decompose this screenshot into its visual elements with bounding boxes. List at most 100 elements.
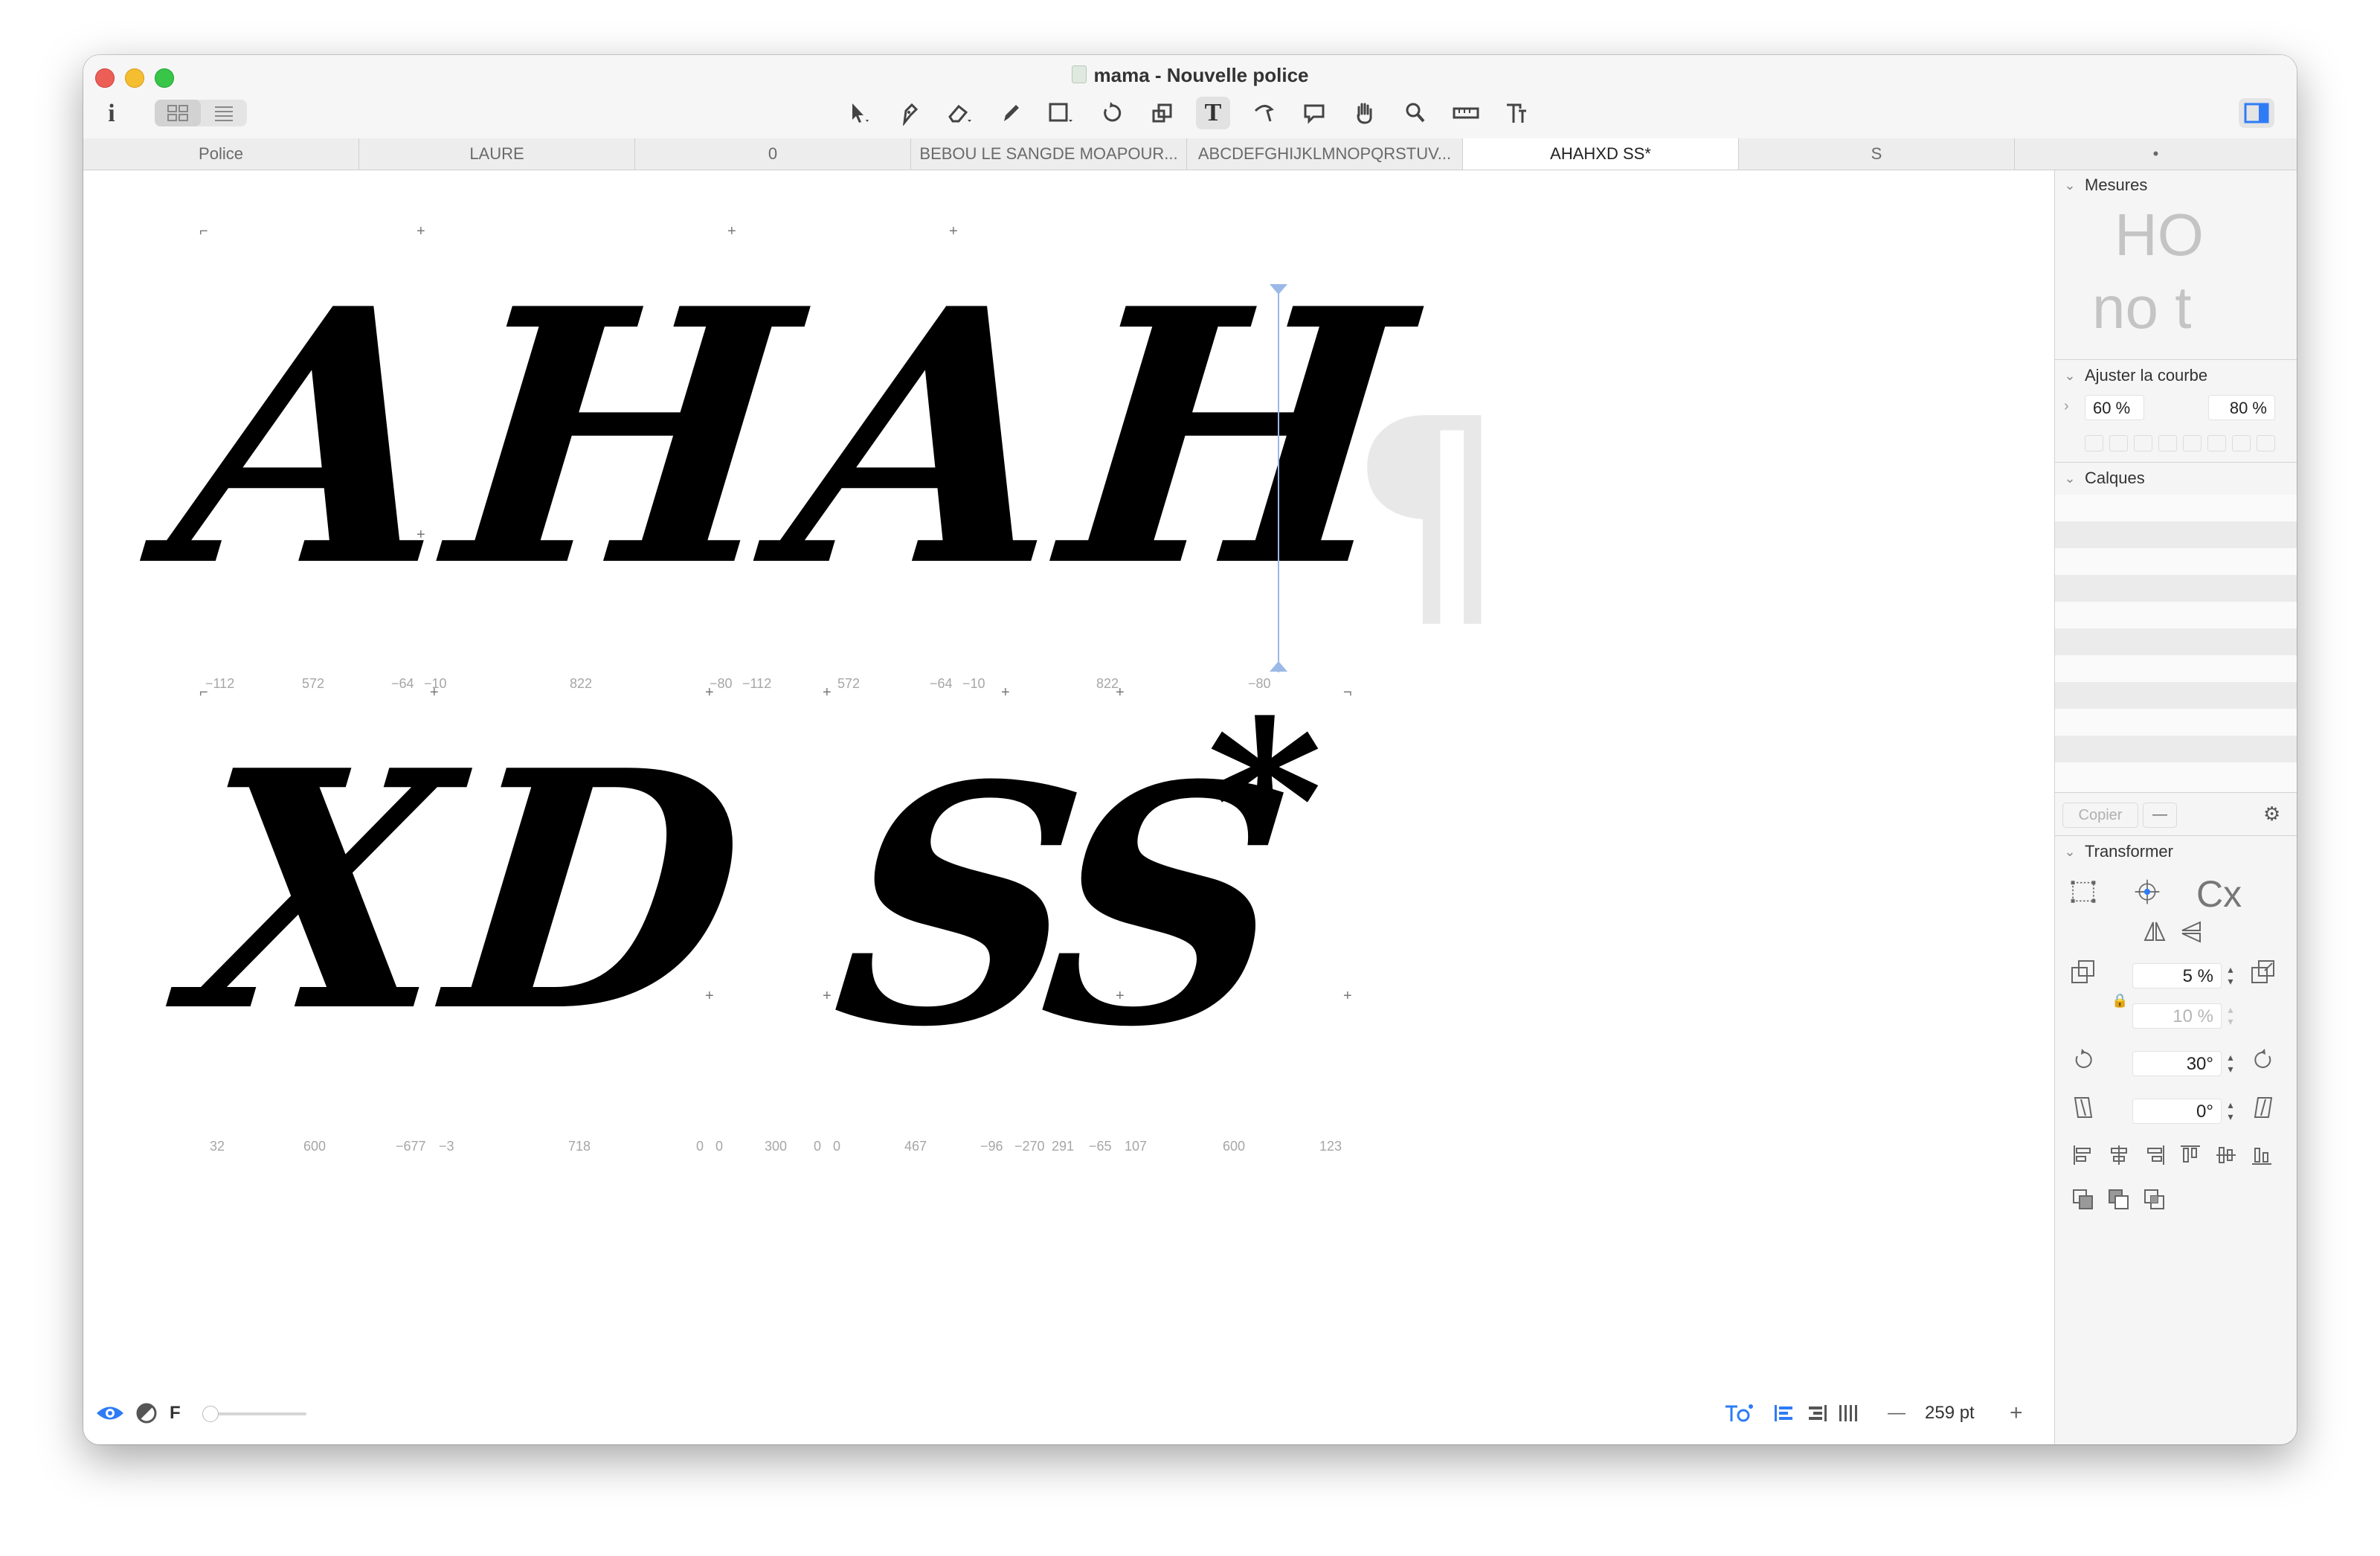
gear-icon[interactable]: ⚙ — [2263, 803, 2280, 826]
hand-tool-button[interactable] — [1348, 97, 1382, 129]
flip-horizontal-button[interactable] — [2141, 919, 2168, 945]
rotate-right-button[interactable] — [2250, 1047, 2277, 1073]
shape-tool-button[interactable] — [1044, 97, 1078, 129]
view-mode-segment — [155, 100, 247, 126]
slant-right-button[interactable] — [2250, 1094, 2277, 1121]
rotate-left-button[interactable] — [2070, 1047, 2097, 1073]
slant-left-button[interactable] — [2070, 1094, 2097, 1121]
flip-vertical-button[interactable] — [2178, 919, 2205, 945]
metric-value: 107 — [1125, 1139, 1148, 1154]
rotate-stepper[interactable]: ▴ ▾ — [2225, 1051, 2236, 1076]
knife-tool-button[interactable] — [1247, 97, 1281, 129]
scale-x-stepper[interactable]: ▴ ▾ — [2225, 963, 2236, 988]
scale-tool-button[interactable] — [1145, 97, 1180, 129]
preview-slider-track[interactable] — [210, 1412, 306, 1415]
measures-header[interactable]: ⌄ Mesures — [2055, 170, 2297, 200]
align-left-button[interactable] — [1773, 1398, 1795, 1428]
measure-tool-button[interactable] — [1449, 97, 1483, 129]
glyph-corner-mark: + — [705, 684, 714, 701]
preview-eye-button[interactable] — [95, 1398, 125, 1428]
size-increase-button[interactable]: + — [2010, 1398, 2023, 1428]
preview-slider-knob[interactable] — [202, 1406, 219, 1422]
justify-icon — [1839, 1405, 1857, 1421]
curve-preset[interactable] — [2158, 435, 2177, 451]
layers-header[interactable]: ⌄ Calques — [2055, 463, 2297, 493]
grid-view-button[interactable] — [155, 100, 201, 126]
crosshair-icon — [2135, 879, 2160, 904]
scale-y-field[interactable]: 10 % — [2132, 1003, 2222, 1029]
curve-preset[interactable] — [2257, 435, 2275, 451]
align-top-edges-button[interactable] — [2177, 1142, 2204, 1168]
justify-button[interactable] — [1837, 1398, 1859, 1428]
pencil-tool-button[interactable] — [994, 97, 1028, 129]
tab-zero[interactable]: 0 — [635, 138, 911, 170]
align-center-h-button[interactable] — [2106, 1142, 2132, 1168]
size-decrease-button[interactable]: — — [1888, 1398, 1905, 1428]
metric-value: 0 — [833, 1139, 841, 1154]
remove-layer-button[interactable]: — — [2143, 803, 2177, 828]
curve-preset[interactable] — [2183, 435, 2202, 451]
tab-ahahxd[interactable]: AHAHXD SS* — [1463, 138, 1739, 170]
select-tool-button[interactable] — [842, 97, 876, 129]
curve-preset[interactable] — [2134, 435, 2152, 451]
bounding-box-button[interactable] — [2070, 878, 2097, 905]
lock-icon[interactable]: 🔒 — [2112, 993, 2128, 1009]
subtract-button[interactable] — [2106, 1186, 2132, 1213]
cx-label[interactable]: Cx — [2196, 874, 2242, 914]
scale-up-button[interactable] — [2250, 959, 2277, 986]
zoom-tool-button[interactable] — [1398, 97, 1432, 129]
rotate-tool-button[interactable] — [1095, 97, 1129, 129]
align-right-button[interactable] — [1806, 1398, 1828, 1428]
text-format-icon — [1726, 1404, 1753, 1422]
scale-down-button[interactable] — [2070, 959, 2097, 986]
glyph-line-2-xd[interactable]: XD — [175, 699, 765, 1084]
type-tool-button[interactable] — [1499, 97, 1534, 129]
eraser-tool-button[interactable] — [943, 97, 977, 129]
info-button[interactable]: i — [104, 100, 119, 128]
tab-bullet[interactable]: • — [2015, 138, 2297, 170]
scale-y-stepper[interactable]: ▴ ▾ — [2225, 1003, 2236, 1029]
rotate-field[interactable]: 30° — [2132, 1051, 2222, 1076]
curve-preset[interactable] — [2207, 435, 2226, 451]
font-indicator[interactable]: F — [170, 1398, 181, 1428]
copy-button[interactable]: Copier — [2062, 803, 2138, 828]
text-tool-button[interactable]: T — [1196, 97, 1230, 129]
scale-x-field[interactable]: 5 % — [2132, 963, 2222, 988]
slant-field[interactable]: 0° — [2132, 1099, 2222, 1124]
align-right-edges-button[interactable] — [2141, 1142, 2168, 1168]
glyph-line-1[interactable]: AHAH — [158, 233, 1428, 643]
annotation-tool-button[interactable] — [1297, 97, 1331, 129]
align-bottom-edges-button[interactable] — [2248, 1142, 2275, 1168]
glyph-line-2-asterisk[interactable]: * — [1206, 691, 1329, 914]
contrast-button[interactable] — [135, 1398, 158, 1428]
glyph-canvas[interactable]: ⌐ + + + + + + AHAH ¶ −112 572 −64 −10 82… — [83, 170, 2053, 1381]
curve-header[interactable]: ⌄ Ajuster la courbe — [2055, 361, 2297, 390]
pen-tool-button[interactable] — [892, 97, 927, 129]
sidebar-toggle-button[interactable] — [2239, 98, 2274, 128]
text-options-button[interactable] — [1724, 1398, 1754, 1428]
curve-preset[interactable] — [2109, 435, 2128, 451]
tab-s[interactable]: S — [1739, 138, 2015, 170]
align-center-v-button[interactable] — [2213, 1142, 2239, 1168]
curve-value-2[interactable]: 80 % — [2208, 395, 2275, 420]
font-size-value[interactable]: 259 pt — [1925, 1398, 1975, 1428]
curve-preset[interactable] — [2085, 435, 2103, 451]
curve-title: Ajuster la courbe — [2085, 366, 2208, 385]
slant-stepper[interactable]: ▴ ▾ — [2225, 1099, 2236, 1124]
intersect-button[interactable] — [2141, 1186, 2168, 1213]
rectangle-icon — [1049, 103, 1072, 122]
transform-header[interactable]: ⌄ Transformer — [2055, 837, 2297, 867]
tab-laure[interactable]: LAURE — [359, 138, 635, 170]
origin-button[interactable] — [2134, 878, 2161, 905]
list-view-button[interactable] — [201, 100, 247, 126]
union-button[interactable] — [2070, 1186, 2097, 1213]
align-center-h-icon — [2111, 1145, 2127, 1165]
tab-police[interactable]: Police — [83, 138, 359, 170]
align-left-edges-icon — [2074, 1145, 2091, 1165]
curve-preset[interactable] — [2232, 435, 2251, 451]
curve-value-1[interactable]: 60 % — [2085, 395, 2144, 420]
chevron-right-icon[interactable]: › — [2064, 398, 2069, 415]
tab-bebou[interactable]: BEBOU LE SANGDE MOAPOUR... — [911, 138, 1187, 170]
tab-alphabet[interactable]: ABCDEFGHIJKLMNOPQRSTUV... — [1187, 138, 1463, 170]
align-left-edges-button[interactable] — [2070, 1142, 2097, 1168]
